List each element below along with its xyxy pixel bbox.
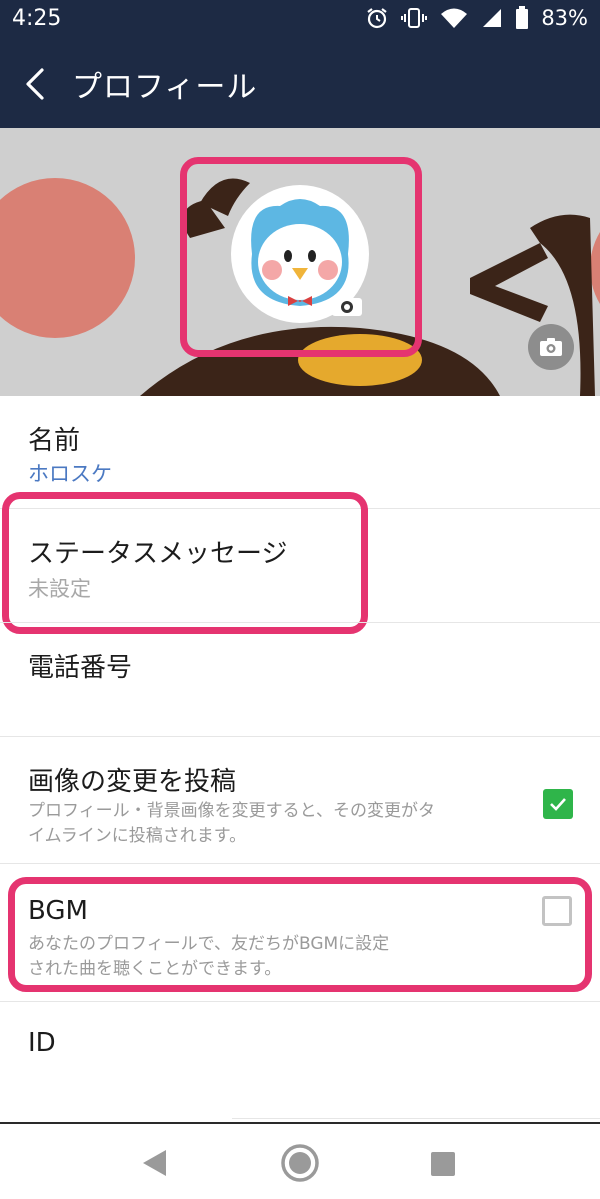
- back-triangle-icon[interactable]: [140, 1148, 168, 1178]
- id-row[interactable]: ID: [0, 1002, 600, 1120]
- check-icon: [550, 798, 566, 811]
- phone-row[interactable]: 電話番号: [0, 623, 600, 736]
- system-nav-bar: [0, 1122, 600, 1199]
- app-bar: プロフィール: [0, 38, 600, 128]
- post-image-change-description-line2: イムラインに投稿されます。: [28, 826, 247, 846]
- wifi-icon: [441, 8, 468, 28]
- alarm-icon: [367, 8, 387, 29]
- chevron-left-icon: [26, 68, 44, 100]
- status-message-row[interactable]: ステータスメッセージ 未設定: [0, 509, 600, 622]
- status-message-label: ステータスメッセージ: [28, 539, 288, 569]
- post-image-change-description-line1: プロフィール・背景画像を変更すると、その変更がタ: [28, 801, 435, 821]
- id-label: ID: [28, 1028, 56, 1058]
- post-image-change-label: 画像の変更を投稿: [28, 767, 237, 797]
- bgm-label: BGM: [28, 896, 88, 926]
- vibrate-icon: [401, 8, 428, 28]
- divider: [232, 1118, 600, 1119]
- avatar-camera-icon[interactable]: [330, 292, 364, 318]
- battery-percent: 83%: [541, 6, 588, 30]
- status-icons: 83%: [365, 6, 588, 30]
- cover-camera-button[interactable]: [528, 324, 574, 370]
- phone-label: 電話番号: [28, 653, 133, 683]
- name-row[interactable]: 名前 ホロスケ: [0, 396, 600, 508]
- camera-icon: [540, 338, 562, 356]
- page-title: プロフィール: [72, 70, 258, 105]
- signal-icon: [483, 9, 502, 27]
- name-value: ホロスケ: [28, 462, 112, 486]
- name-label: 名前: [28, 426, 81, 456]
- bgm-row[interactable]: BGM あなたのプロフィールで、友だちがBGMに設定 された曲を聴くことができま…: [0, 864, 600, 1000]
- battery-icon: [516, 6, 529, 29]
- bgm-description-line1: あなたのプロフィールで、友だちがBGMに設定: [28, 934, 390, 954]
- status-time: 4:25: [12, 6, 62, 31]
- status-bar: 4:25 83%: [0, 0, 600, 38]
- status-message-value: 未設定: [28, 577, 91, 601]
- bgm-description-line2: された曲を聴くことができます。: [28, 959, 282, 979]
- bgm-checkbox[interactable]: [542, 896, 572, 926]
- post-image-change-row[interactable]: 画像の変更を投稿 プロフィール・背景画像を変更すると、その変更がタ イムラインに…: [0, 737, 600, 863]
- bgm-description: あなたのプロフィールで、友だちがBGMに設定 された曲を聴くことができます。: [28, 932, 518, 982]
- back-button[interactable]: [18, 62, 58, 106]
- post-image-change-description: プロフィール・背景画像を変更すると、その変更がタ イムラインに投稿されます。: [28, 799, 518, 849]
- post-image-change-checkbox[interactable]: [543, 789, 573, 819]
- recents-square-icon[interactable]: [430, 1151, 456, 1177]
- home-circle-icon[interactable]: [280, 1143, 320, 1183]
